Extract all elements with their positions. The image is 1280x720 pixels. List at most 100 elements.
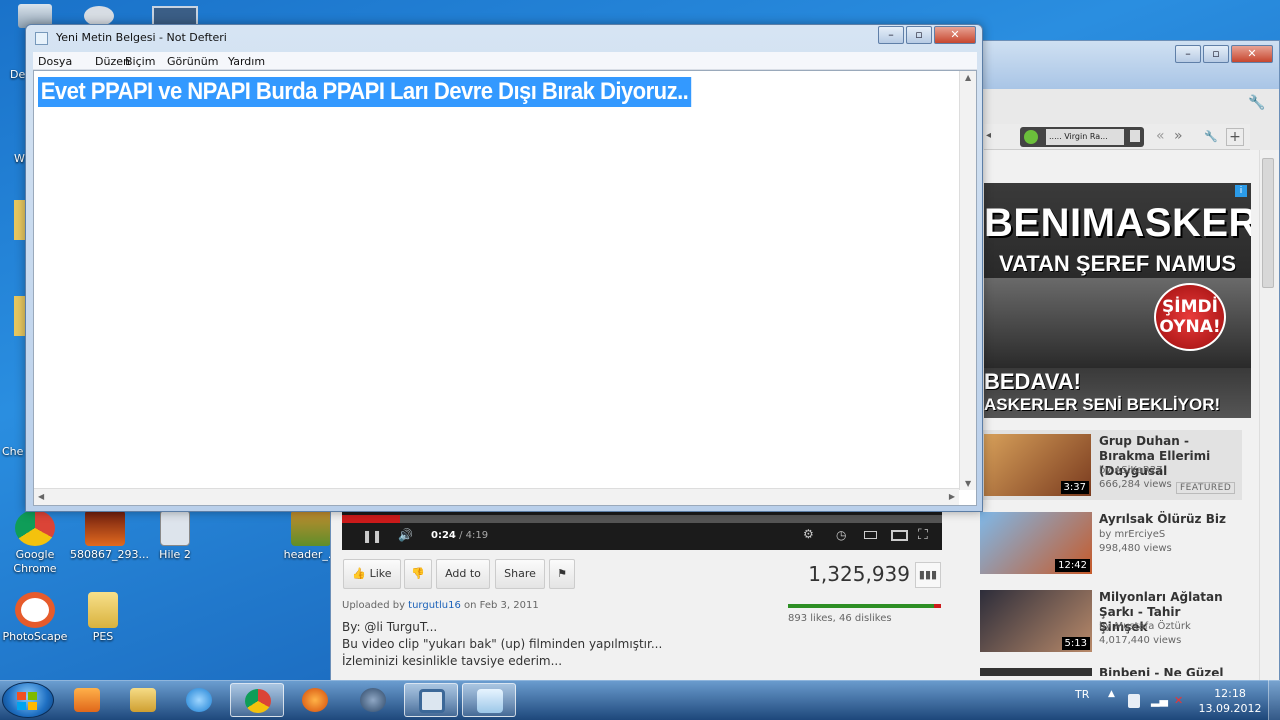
- double-chevron-left-icon[interactable]: «: [1156, 128, 1165, 144]
- uploader-link[interactable]: turgutlu16: [408, 600, 461, 611]
- video-thumbnail[interactable]: [980, 668, 1092, 676]
- play-icon[interactable]: [1024, 130, 1038, 144]
- video-thumbnail[interactable]: 3:37: [984, 434, 1091, 496]
- fullscreen-icon[interactable]: ⛶: [918, 527, 928, 543]
- description-line: By: @li TurguT...: [342, 620, 438, 634]
- video-duration: 5:13: [1061, 637, 1090, 650]
- text-editor[interactable]: Evet PPAPI ve NPAPI Burda PPAPI Ları Dev…: [33, 70, 977, 506]
- video-progress-bar[interactable]: [342, 515, 942, 523]
- related-video-item[interactable]: 12:42 Ayrılsak Ölürüz Biz by mrErciyeS 9…: [980, 508, 1242, 578]
- desktop-label-w: W: [14, 152, 25, 165]
- desktop-icon-photoscape[interactable]: PhotoScape: [0, 592, 70, 643]
- maximize-button[interactable]: ▫: [906, 26, 932, 44]
- dislike-button[interactable]: 👎: [404, 559, 432, 589]
- tools-icon[interactable]: 🔧: [1204, 130, 1218, 143]
- scroll-left-arrow-icon[interactable]: ◂: [986, 130, 991, 141]
- menu-dosya[interactable]: Dosya: [38, 55, 72, 68]
- close-button[interactable]: ✕: [934, 26, 976, 44]
- double-chevron-right-icon[interactable]: »: [1174, 128, 1183, 144]
- thumbs-down-icon: 👎: [411, 567, 425, 580]
- menu-gorunum[interactable]: Görünüm: [167, 55, 218, 68]
- like-label: Like: [369, 567, 392, 580]
- video-title[interactable]: Ayrılsak Ölürüz Biz: [1099, 512, 1229, 527]
- horizontal-scrollbar[interactable]: ◀ ▶: [34, 488, 959, 505]
- ad-info-icon[interactable]: i: [1235, 185, 1247, 197]
- like-button[interactable]: 👍 Like: [343, 559, 401, 589]
- share-button[interactable]: Share: [495, 559, 545, 589]
- taskbar-app[interactable]: [346, 683, 400, 717]
- related-video-item[interactable]: Binbeni - Ne Güzel: [980, 664, 1242, 676]
- pause-icon[interactable]: ❚❚: [362, 529, 382, 543]
- show-desktop-button[interactable]: [1268, 680, 1280, 720]
- taskbar-internet-explorer[interactable]: [172, 683, 226, 717]
- minimize-button[interactable]: –: [1175, 45, 1201, 63]
- network-signal-icon[interactable]: ▂▄: [1151, 694, 1168, 707]
- taskbar-media-player[interactable]: [60, 683, 114, 717]
- network-icon[interactable]: [84, 6, 114, 26]
- taskbar-video-app[interactable]: [404, 683, 458, 717]
- browser-window-controls: – ▫ ✕: [1175, 45, 1273, 63]
- video-views: 666,284 views: [1099, 479, 1172, 490]
- related-video-item[interactable]: 3:37 Grup Duhan - Bırakma Ellerimi (Duyg…: [980, 430, 1242, 500]
- add-icon[interactable]: +: [1226, 128, 1244, 146]
- scroll-down-arrow-icon[interactable]: ▼: [965, 479, 971, 488]
- language-indicator[interactable]: TR: [1075, 688, 1089, 701]
- scrollbar-thumb[interactable]: [1262, 158, 1274, 288]
- firefox-icon: [302, 688, 328, 712]
- selected-text[interactable]: Evet PPAPI ve NPAPI Burda PPAPI Ları Dev…: [38, 77, 692, 107]
- ad-play-button[interactable]: ŞİMDİ OYNA!: [1154, 283, 1226, 351]
- scroll-up-arrow-icon[interactable]: ▲: [965, 73, 971, 82]
- taskbar-notepad[interactable]: [462, 683, 516, 717]
- add-to-button[interactable]: Add to: [436, 559, 490, 589]
- uploader-link[interactable]: mrErciyeS: [1114, 529, 1165, 540]
- desktop-icon-label: PES: [92, 630, 114, 643]
- scroll-right-arrow-icon[interactable]: ▶: [949, 492, 955, 501]
- uploader-link[interactable]: ASiKaR27: [1114, 465, 1162, 476]
- chrome-icon: [245, 689, 271, 713]
- desktop-icon-hile-2[interactable]: Hile 2: [140, 510, 210, 561]
- uploader-link[interactable]: Mustafa Öztürk: [1114, 621, 1190, 632]
- taskbar-chrome[interactable]: [230, 683, 284, 717]
- video-thumbnail[interactable]: 5:13: [980, 590, 1092, 652]
- device-icon[interactable]: [1128, 694, 1140, 708]
- image-file-icon: [291, 510, 331, 546]
- small-player-icon[interactable]: [864, 531, 877, 539]
- ad-line-1: BEDAVA!: [984, 369, 1081, 394]
- menu-bicim[interactable]: Biçim: [125, 55, 155, 68]
- clock-icon[interactable]: ◷: [836, 528, 846, 542]
- wrench-icon[interactable]: 🔧: [1248, 95, 1265, 111]
- vertical-scrollbar[interactable]: ▲ ▼: [959, 71, 976, 490]
- taskbar-explorer[interactable]: [116, 683, 170, 717]
- page-scrollbar[interactable]: [1259, 150, 1276, 680]
- maximize-button[interactable]: ▫: [1203, 45, 1229, 63]
- notepad-window: Yeni Metin Belgesi - Not Defteri – ▫ ✕ D…: [25, 24, 983, 512]
- stats-icon[interactable]: ▮▮▮: [915, 562, 941, 588]
- desktop-icon-580867[interactable]: 580867_293...: [70, 510, 149, 561]
- video-title[interactable]: Binbeni - Ne Güzel: [1099, 666, 1224, 676]
- ad-line-2: ASKERLER SENİ BEKLİYOR!: [984, 395, 1221, 414]
- menu-yardim[interactable]: Yardım: [228, 55, 265, 68]
- image-file-icon: [85, 510, 125, 546]
- video-time: 0:24 / 4:19: [431, 530, 488, 541]
- close-button[interactable]: ✕: [1231, 45, 1273, 63]
- volume-icon[interactable]: 🔊: [398, 528, 413, 542]
- large-player-icon[interactable]: [891, 530, 908, 541]
- advertisement-banner[interactable]: i BENIMASKER VATAN ŞEREF NAMUS ŞİMDİ OYN…: [984, 183, 1251, 418]
- video-thumbnail[interactable]: 12:42: [980, 512, 1092, 574]
- volume-icon[interactable]: [1130, 130, 1140, 142]
- desktop-icon-google-chrome[interactable]: Google Chrome: [0, 510, 70, 576]
- scroll-left-arrow-icon[interactable]: ◀: [38, 492, 44, 501]
- network-error-icon[interactable]: ✕: [1174, 694, 1183, 707]
- flag-button[interactable]: ⚑: [549, 559, 575, 589]
- related-video-item[interactable]: 5:13 Milyonları Ağlatan Şarkı - Tahir Şi…: [980, 586, 1242, 656]
- radio-station-select[interactable]: ..... Virgin Ra...: [1046, 129, 1124, 145]
- description-line: Bu video clip "yukarı bak" (up) filminde…: [342, 637, 663, 651]
- menu-bar: Dosya Düzen Biçim Görünüm Yardım: [33, 52, 977, 70]
- video-file-icon[interactable]: [152, 6, 198, 26]
- show-hidden-icons-icon[interactable]: ▲: [1108, 689, 1115, 699]
- system-clock[interactable]: 12:18 13.09.2012: [1198, 686, 1262, 716]
- settings-gear-icon[interactable]: ⚙: [803, 527, 814, 541]
- taskbar-firefox[interactable]: [288, 683, 342, 717]
- desktop-icon-pes[interactable]: PES: [68, 592, 138, 643]
- minimize-button[interactable]: –: [878, 26, 904, 44]
